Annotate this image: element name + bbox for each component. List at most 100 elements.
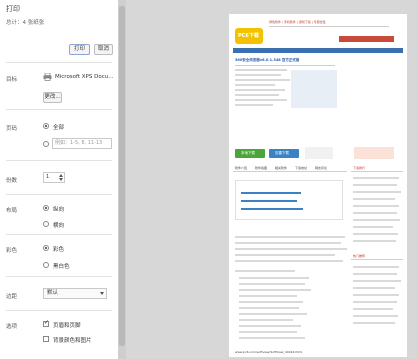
rank-line	[353, 226, 393, 228]
rank-line	[353, 191, 401, 193]
landscape-radio[interactable]	[43, 221, 49, 227]
portrait-label: 纵向	[53, 207, 65, 213]
scrollbar-thumb[interactable]	[119, 6, 125, 346]
scrollbar[interactable]	[118, 0, 126, 359]
rank-line	[353, 205, 399, 207]
pages-all-radio[interactable]	[43, 123, 49, 129]
color-radio[interactable]	[43, 245, 49, 251]
pages-range-radio[interactable]	[43, 141, 49, 147]
margins-value: 默认	[47, 290, 59, 296]
color-label: 彩色	[6, 248, 18, 254]
link-line	[241, 208, 303, 210]
divider	[6, 310, 112, 311]
text-line	[239, 277, 309, 279]
background-graphics-label: 背景颜色和图片	[53, 338, 92, 344]
copies-stepper[interactable]	[59, 173, 64, 182]
divider	[6, 62, 112, 63]
info-line	[235, 104, 273, 106]
divider	[6, 160, 112, 161]
rank-line	[353, 301, 397, 303]
options-label: 选项	[6, 324, 18, 330]
info-line	[235, 99, 287, 101]
pages-all-label: 全部	[53, 125, 65, 131]
info-line	[235, 74, 281, 76]
margins-select[interactable]: 默认	[43, 288, 107, 299]
thunder-download-button: 迅雷下载	[269, 149, 299, 158]
thunder-download-label: 迅雷下载	[275, 151, 289, 155]
search-bar	[339, 36, 394, 42]
portrait-radio[interactable]	[43, 205, 49, 211]
rank-line	[353, 184, 397, 186]
footer-url: www.pc6.com/softview/SoftView_40424.html	[235, 350, 303, 354]
local-download-label: 本地下载	[241, 151, 255, 155]
text-line	[239, 301, 303, 303]
text-line	[235, 242, 341, 244]
text-line	[239, 307, 299, 309]
text-line	[235, 260, 343, 262]
link-line	[241, 192, 301, 194]
header-line: 绿色软件 | 手机软件 | 游戏下载 | 专题合集	[269, 20, 326, 24]
tab-screenshots: 软件截图	[255, 166, 268, 170]
rank-line	[353, 315, 398, 317]
rank-line	[353, 266, 399, 268]
text-line	[239, 283, 305, 285]
divider	[6, 194, 112, 195]
rank-line	[353, 240, 396, 242]
rank-line	[353, 294, 399, 296]
tab-download: 下载地址	[295, 166, 308, 170]
product-title: 360安全浏览器v8.0.1.348 官方正式版	[235, 58, 300, 62]
rank-line	[353, 308, 393, 310]
info-line	[235, 94, 279, 96]
text-line	[239, 289, 311, 291]
tab-comments: 网友评论	[315, 166, 328, 170]
divider	[6, 109, 112, 110]
headers-footers-label: 页眉和页脚	[53, 323, 81, 329]
print-settings-panel: 打印 总计：4 张纸张 打印 取消 目标 Microsoft XPS Docu.…	[0, 0, 118, 359]
info-line	[235, 69, 287, 71]
landscape-label: 横向	[53, 223, 65, 229]
text-line	[239, 337, 305, 339]
local-download-button: 本地下载	[235, 149, 265, 158]
site-logo: PC6下载	[235, 28, 263, 44]
info-line	[235, 79, 290, 81]
bw-radio[interactable]	[43, 262, 49, 268]
increment-icon[interactable]	[59, 174, 63, 177]
background-graphics-checkbox[interactable]	[43, 336, 49, 342]
page-preview: PC6下载 绿色软件 | 手机软件 | 游戏下载 | 专题合集 360安全浏览器…	[229, 14, 407, 357]
rank-line	[353, 273, 397, 275]
text-line	[239, 313, 307, 315]
text-line	[239, 319, 293, 321]
rank-line	[353, 280, 401, 282]
text-line	[239, 295, 297, 297]
sidebar-rule	[351, 259, 403, 260]
product-screenshot	[291, 70, 337, 108]
color-option-label: 彩色	[53, 247, 65, 253]
text-line	[235, 236, 345, 238]
link-line	[241, 200, 297, 202]
info-line	[235, 84, 275, 86]
nav-bar	[233, 48, 403, 53]
text-line	[235, 270, 295, 272]
info-line	[235, 89, 285, 91]
print-button[interactable]: 打印	[69, 44, 90, 55]
divider	[6, 234, 112, 235]
title-rule	[235, 65, 335, 66]
rank-line	[353, 177, 399, 179]
sidebar-title: 下载排行	[353, 166, 366, 170]
text-line	[239, 331, 297, 333]
decrement-icon[interactable]	[59, 178, 63, 181]
printer-icon	[43, 73, 52, 81]
text-line	[235, 254, 335, 256]
destination-label: 目标	[6, 77, 18, 83]
change-destination-button[interactable]: 更改...	[43, 92, 62, 103]
related-title: 热门推荐	[353, 254, 366, 258]
headers-footers-checkbox[interactable]	[43, 319, 49, 327]
print-dialog: 打印 总计：4 张纸张 打印 取消 目标 Microsoft XPS Docu.…	[0, 0, 417, 359]
tab-related: 相关软件	[275, 166, 288, 170]
qr-box	[305, 147, 333, 159]
cancel-button[interactable]: 取消	[94, 44, 113, 55]
tab-rule	[233, 171, 347, 172]
page-range-input[interactable]: 例如：1-5, 8, 11-13	[52, 138, 112, 149]
tab-intro: 软件介绍	[235, 166, 248, 170]
divider	[6, 276, 112, 277]
